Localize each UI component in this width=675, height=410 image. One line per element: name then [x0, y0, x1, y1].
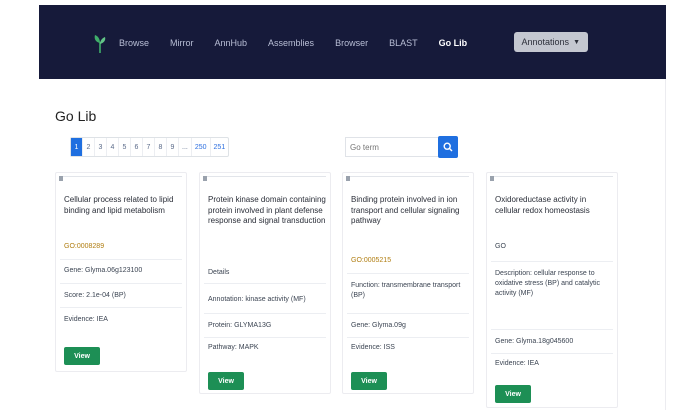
card-field: Gene: Glyma.09g	[351, 322, 406, 329]
page-title: Go Lib	[55, 108, 97, 124]
view-button[interactable]: View	[351, 372, 387, 390]
view-button[interactable]: View	[208, 372, 244, 390]
card-field: Pathway: MAPK	[208, 344, 259, 351]
view-button[interactable]: View	[495, 385, 531, 403]
go-term-card: Binding protein involved in ion transpor…	[342, 172, 474, 394]
nav-link-browser[interactable]: Browser	[335, 38, 368, 48]
card-header-bar	[490, 176, 613, 182]
divider	[491, 261, 613, 262]
search-button[interactable]	[438, 136, 458, 158]
annotations-dropdown-label: Annotations	[521, 37, 570, 47]
divider	[204, 283, 326, 284]
page-link[interactable]: 251	[211, 138, 229, 156]
details-tag[interactable]: Details	[208, 269, 229, 276]
divider	[204, 337, 326, 338]
nav-link-assemblies[interactable]: Assemblies	[268, 38, 314, 48]
chevron-down-icon: ▼	[573, 38, 580, 46]
card-field: Protein: GLYMA13G	[208, 322, 272, 329]
card-field: Evidence: IEA	[64, 316, 108, 323]
go-term-card: Protein kinase domain containing protein…	[199, 172, 331, 394]
card-title[interactable]: Binding protein involved in ion transpor…	[351, 195, 469, 227]
nav-link-go-lib[interactable]: Go Lib	[439, 38, 468, 48]
page-link[interactable]: 6	[131, 138, 143, 156]
card-field: Description: cellular response to oxidat…	[495, 270, 601, 297]
nav-links: Browse Mirror AnnHub Assemblies Browser …	[91, 32, 500, 54]
search-input[interactable]	[345, 137, 438, 157]
divider	[204, 313, 326, 314]
nav-link-browse[interactable]: Browse	[119, 38, 149, 48]
card-header-bar	[59, 176, 182, 182]
page-link[interactable]: 9	[167, 138, 179, 156]
card-field: Gene: Glyma.06g123100	[64, 267, 143, 274]
go-id-tag[interactable]: GO	[495, 243, 506, 250]
divider	[60, 307, 182, 308]
annotations-dropdown[interactable]: Annotations ▼	[513, 32, 588, 52]
page-link[interactable]: 1	[71, 138, 83, 156]
page-link[interactable]: 8	[155, 138, 167, 156]
card-title[interactable]: Oxidoreductase activity in cellular redo…	[495, 195, 613, 216]
divider	[347, 337, 469, 338]
divider	[60, 259, 182, 260]
nav-link-annhub[interactable]: AnnHub	[215, 38, 248, 48]
go-term-card: Cellular process related to lipid bindin…	[55, 172, 187, 372]
card-title[interactable]: Cellular process related to lipid bindin…	[64, 195, 182, 216]
card-field: Annotation: kinase activity (MF)	[208, 296, 306, 303]
divider	[60, 283, 182, 284]
divider	[491, 329, 613, 330]
pagination: 1 2 3 4 5 6 7 8 9... 250 251	[70, 137, 230, 157]
divider	[347, 273, 469, 274]
nav-link-blast[interactable]: BLAST	[389, 38, 418, 48]
page-link[interactable]: 3	[95, 138, 107, 156]
card-header-bar	[346, 176, 469, 182]
page-link[interactable]: 7	[143, 138, 155, 156]
plant-logo-icon[interactable]	[91, 32, 109, 54]
page-link[interactable]: 4	[107, 138, 119, 156]
divider	[491, 353, 613, 354]
card-field: Gene: Glyma.18g045600	[495, 338, 574, 345]
view-button[interactable]: View	[64, 347, 100, 365]
card-header-bar	[203, 176, 326, 182]
page-link[interactable]: 5	[119, 138, 131, 156]
go-id-tag[interactable]: GO:0008289	[64, 243, 104, 250]
page-link[interactable]: ...	[179, 138, 192, 156]
card-field: Evidence: IEA	[495, 360, 539, 367]
card-field: Evidence: ISS	[351, 344, 395, 351]
page-link[interactable]: 2	[83, 138, 95, 156]
divider	[347, 313, 469, 314]
card-field: Score: 2.1e-04 (BP)	[64, 292, 126, 299]
nav-link-mirror[interactable]: Mirror	[170, 38, 194, 48]
search-icon	[443, 142, 453, 152]
card-title[interactable]: Protein kinase domain containing protein…	[208, 195, 326, 227]
card-field: Function: transmembrane transport (BP)	[351, 282, 461, 299]
go-term-card: Oxidoreductase activity in cellular redo…	[486, 172, 618, 408]
go-id-tag[interactable]: GO:0005215	[351, 257, 391, 264]
page-link[interactable]: 250	[192, 138, 211, 156]
